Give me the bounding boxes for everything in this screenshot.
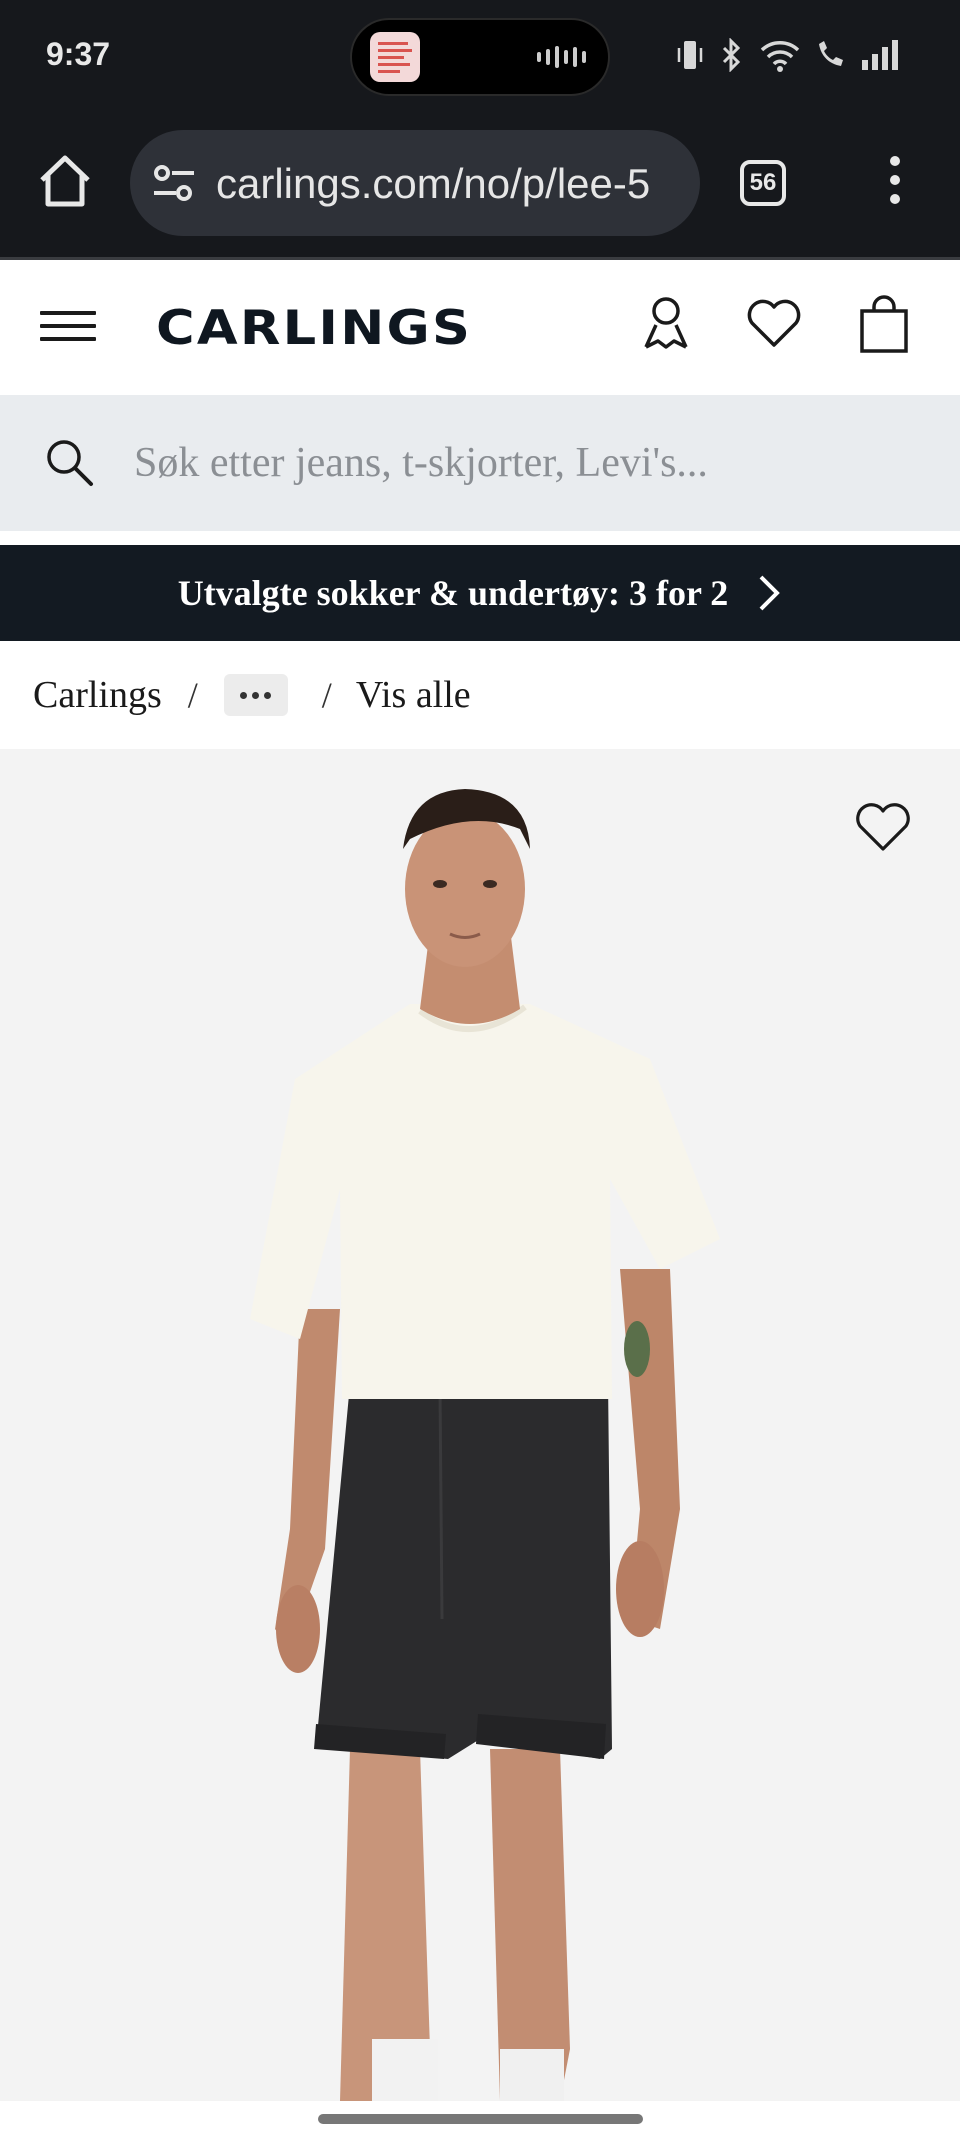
chevron-right-icon (759, 575, 781, 611)
breadcrumb-separator: / (187, 675, 198, 715)
hamburger-icon[interactable] (40, 311, 96, 347)
breadcrumb-more-button[interactable] (223, 674, 288, 716)
status-time: 9:37 (46, 36, 111, 72)
more-vert-icon[interactable] (880, 156, 910, 212)
account-icon[interactable] (636, 293, 696, 357)
gesture-handle[interactable] (318, 2114, 643, 2124)
toolbar-divider (0, 257, 960, 260)
url-text: carlings.com/no/p/lee-5 (216, 160, 651, 207)
site-header: CARLINGS (0, 263, 960, 395)
search-icon[interactable] (42, 435, 98, 491)
favorite-heart-icon[interactable] (852, 799, 914, 855)
dynamic-island[interactable] (350, 18, 610, 96)
promo-text: Utvalgte sokker & undertøy: 3 for 2 (177, 573, 729, 613)
tune-icon[interactable] (152, 163, 196, 203)
home-icon[interactable] (34, 150, 96, 212)
address-bar[interactable]: carlings.com/no/p/lee-5 (130, 130, 700, 236)
product-photo (250, 789, 720, 2101)
search-bar (0, 395, 960, 531)
wifi-icon (760, 41, 800, 72)
status-bar: 9:37 (0, 0, 960, 120)
promo-banner[interactable]: Utvalgte sokker & undertøy: 3 for 2 (0, 545, 960, 641)
wifi-calling-icon (819, 41, 843, 66)
bluetooth-icon (722, 38, 741, 72)
tab-switcher-button[interactable]: 56 (740, 160, 786, 206)
product-image[interactable] (0, 749, 960, 2101)
signal-icon (862, 40, 898, 70)
breadcrumb-current[interactable]: Vis alle (356, 673, 471, 717)
heart-icon[interactable] (744, 293, 804, 357)
breadcrumb: Carlings / / Vis alle (0, 641, 960, 749)
browser-toolbar: carlings.com/no/p/lee-5 56 (0, 120, 960, 260)
bag-icon[interactable] (854, 293, 914, 357)
vibrate-icon (677, 41, 703, 69)
breadcrumb-home[interactable]: Carlings (33, 673, 162, 717)
search-input[interactable] (134, 433, 914, 493)
audio-wave-icon (537, 46, 586, 68)
site-logo[interactable]: CARLINGS (156, 301, 472, 356)
breadcrumb-separator: / (321, 675, 332, 715)
media-thumbnail-icon (370, 32, 420, 82)
